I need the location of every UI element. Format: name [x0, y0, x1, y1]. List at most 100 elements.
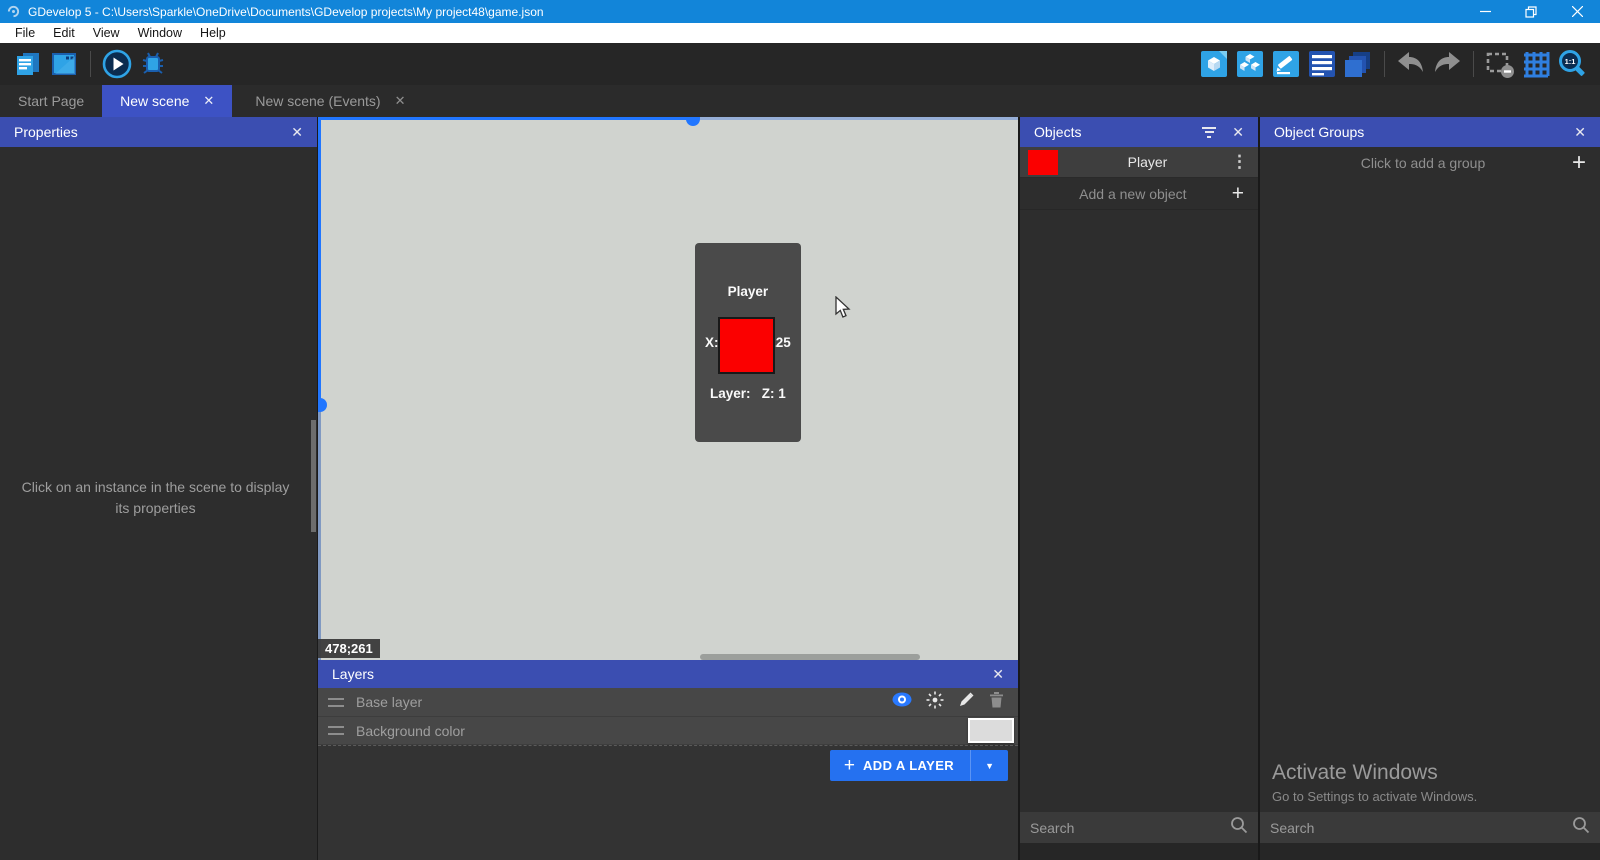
player-instance[interactable]: [718, 317, 775, 374]
plus-icon[interactable]: +: [1572, 151, 1586, 175]
canvas-vscroll-dot[interactable]: [318, 398, 327, 412]
clear-selection-icon[interactable]: [1482, 47, 1518, 81]
canvas-vscroll-indicator[interactable]: [318, 117, 321, 405]
menu-help[interactable]: Help: [191, 23, 235, 43]
add-object-row[interactable]: Add a new object +: [1020, 178, 1258, 210]
toolbar-separator: [1473, 51, 1474, 77]
close-panel-icon[interactable]: ✕: [1574, 124, 1586, 141]
toolbar: 1:1: [0, 43, 1600, 85]
object-thumbnail: [1028, 150, 1058, 175]
close-panel-icon[interactable]: ✕: [1232, 124, 1244, 141]
minimize-button[interactable]: [1462, 0, 1508, 23]
close-tab-icon[interactable]: ✕: [395, 93, 406, 109]
drag-handle-icon[interactable]: [328, 726, 344, 735]
add-group-label: Click to add a group: [1274, 155, 1572, 171]
open-instances-list-icon[interactable]: [1304, 47, 1340, 81]
objects-search-input[interactable]: [1030, 820, 1230, 836]
start-page-icon[interactable]: [46, 47, 82, 81]
layer-delete-icon[interactable]: [989, 691, 1004, 713]
tab-label: New scene: [120, 93, 189, 109]
object-row-player[interactable]: Player ⋮: [1020, 147, 1258, 178]
open-properties-panel-icon[interactable]: [1268, 47, 1304, 81]
open-objects-panel-icon[interactable]: [1196, 47, 1232, 81]
toolbar-separator: [90, 51, 91, 77]
close-panel-icon[interactable]: ✕: [992, 666, 1004, 683]
redo-icon[interactable]: [1429, 47, 1465, 81]
project-manager-icon[interactable]: [10, 47, 46, 81]
layer-visibility-icon[interactable]: [892, 692, 912, 712]
zoom-100-icon[interactable]: 1:1: [1554, 47, 1590, 81]
search-icon: [1230, 816, 1248, 839]
layer-edit-icon[interactable]: [958, 691, 975, 713]
layer-row-background-color[interactable]: Background color: [318, 717, 1018, 745]
close-window-button[interactable]: [1554, 0, 1600, 23]
layers-panel: Layers ✕ Base layer: [318, 660, 1018, 860]
tooltip-layer: Layer: Z: 1: [705, 385, 791, 402]
titlebar: GDevelop 5 - C:\Users\Sparkle\OneDrive\D…: [0, 0, 1600, 23]
gdevelop-window: GDevelop 5 - C:\Users\Sparkle\OneDrive\D…: [0, 0, 1600, 860]
tab-label: Start Page: [18, 93, 84, 109]
layer-name: Background color: [356, 723, 1008, 739]
toolbar-separator: [1384, 51, 1385, 77]
kebab-menu-icon[interactable]: ⋮: [1229, 152, 1250, 172]
open-object-groups-icon[interactable]: [1232, 47, 1268, 81]
close-tab-icon[interactable]: ✕: [203, 93, 214, 109]
drag-handle-icon[interactable]: [328, 698, 344, 707]
canvas-vscroll-track[interactable]: [318, 405, 321, 660]
chevron-down-icon[interactable]: ▼: [971, 761, 1008, 771]
plus-icon: +: [844, 756, 855, 775]
menubar: File Edit View Window Help: [0, 23, 1600, 43]
groups-empty-space: [1260, 178, 1600, 812]
groups-search-input[interactable]: [1270, 820, 1572, 836]
canvas-hscroll-dot[interactable]: [686, 117, 700, 126]
search-icon: [1572, 816, 1590, 839]
objects-panel: Objects ✕ Player ⋮ Add a new object +: [1018, 117, 1258, 860]
scene-canvas[interactable]: Player X: 446 Y: 225 Layer: Z: 1 478;261: [318, 117, 1018, 660]
close-panel-icon[interactable]: ✕: [291, 124, 303, 141]
gdevelop-logo-icon: [4, 5, 22, 18]
tab-label: New scene (Events): [255, 93, 380, 109]
add-object-label: Add a new object: [1034, 186, 1232, 202]
add-layer-label: ADD A LAYER: [863, 758, 954, 773]
tab-new-scene[interactable]: New scene ✕: [102, 85, 232, 117]
background-color-swatch[interactable]: [968, 718, 1014, 743]
properties-scrollbar[interactable]: [311, 420, 316, 532]
panel-title: Layers: [332, 666, 980, 682]
canvas-bottom-scrollbar[interactable]: [700, 654, 920, 660]
undo-icon[interactable]: [1393, 47, 1429, 81]
object-name: Player: [1066, 154, 1229, 170]
menu-view[interactable]: View: [84, 23, 129, 43]
layer-name: Base layer: [356, 694, 892, 710]
debug-icon[interactable]: [135, 47, 171, 81]
menu-window[interactable]: Window: [129, 23, 191, 43]
object-groups-panel-header: Object Groups ✕: [1260, 117, 1600, 147]
tab-new-scene-events[interactable]: New scene (Events) ✕: [237, 85, 423, 117]
tab-start-page[interactable]: Start Page: [0, 85, 102, 117]
panel-title: Properties: [14, 124, 279, 140]
grid-icon[interactable]: [1518, 47, 1554, 81]
properties-panel-header: Properties ✕: [0, 117, 317, 147]
add-group-row[interactable]: Click to add a group +: [1260, 147, 1600, 178]
restore-button[interactable]: [1508, 0, 1554, 23]
preview-play-icon[interactable]: [99, 47, 135, 81]
objects-panel-footer: [1020, 843, 1258, 860]
properties-panel: Properties ✕ Click on an instance in the…: [0, 117, 318, 860]
canvas-hscroll-track[interactable]: [693, 117, 1018, 120]
mouse-cursor: [834, 296, 854, 324]
objects-searchbar: [1020, 812, 1258, 843]
canvas-hscroll-indicator[interactable]: [318, 117, 693, 120]
layer-effects-icon[interactable]: [926, 691, 944, 714]
cursor-coordinates: 478;261: [318, 639, 380, 658]
tabbar: Start Page New scene ✕ New scene (Events…: [0, 85, 1600, 117]
object-groups-panel: Object Groups ✕ Click to add a group + A…: [1258, 117, 1600, 860]
menu-file[interactable]: File: [6, 23, 44, 43]
filter-icon[interactable]: [1202, 127, 1216, 138]
menu-edit[interactable]: Edit: [44, 23, 84, 43]
panel-title: Objects: [1034, 124, 1202, 140]
add-layer-button[interactable]: + ADD A LAYER ▼: [830, 750, 1008, 781]
panel-title: Object Groups: [1274, 124, 1562, 140]
plus-icon[interactable]: +: [1232, 183, 1244, 204]
svg-text:1:1: 1:1: [1565, 57, 1576, 66]
open-layers-panel-icon[interactable]: [1340, 47, 1376, 81]
layer-row-base[interactable]: Base layer: [318, 688, 1018, 717]
